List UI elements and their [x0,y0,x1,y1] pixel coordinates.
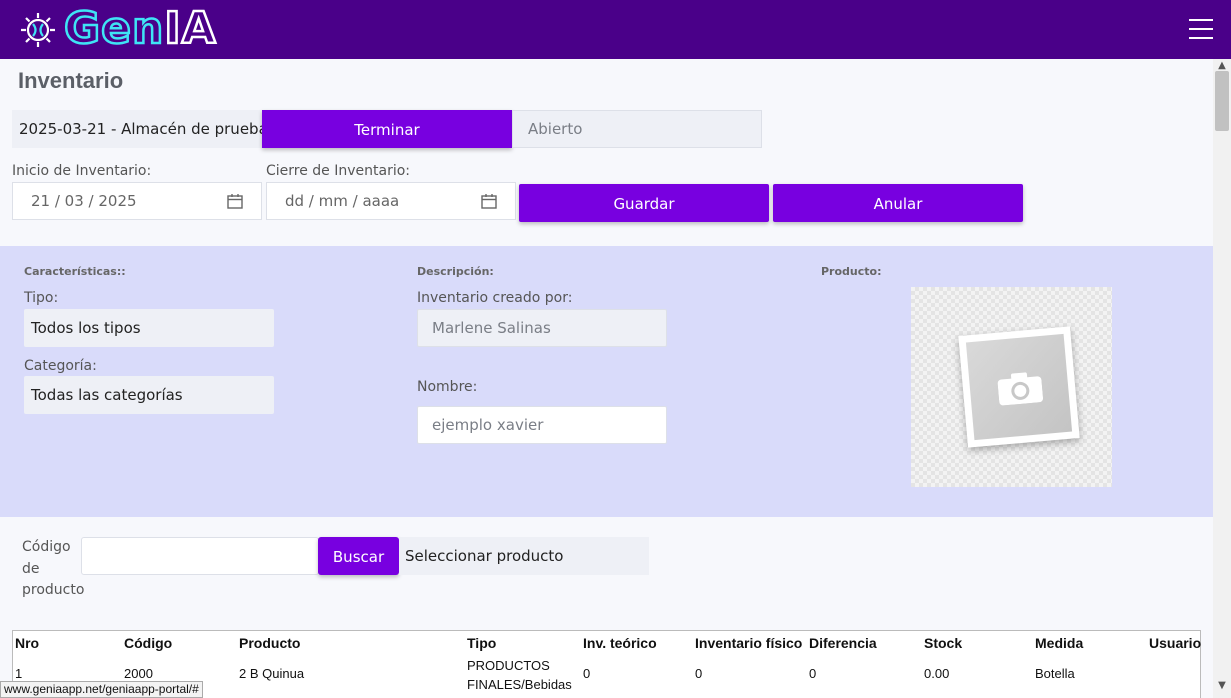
header-producto: Producto [239,635,301,651]
camera-icon [997,372,1044,406]
cell-stock: 0.00 [924,666,950,681]
page-title: Inventario [18,68,124,93]
vertical-scrollbar[interactable]: ▲ ▼ [1213,59,1231,698]
top-navbar: GenIA [0,0,1231,59]
scroll-thumb[interactable] [1215,71,1229,131]
category-select[interactable]: Todas las categorías [24,376,274,414]
hamburger-icon[interactable] [1189,19,1213,39]
start-date-input[interactable]: 21 / 03 / 2025 [12,182,262,220]
cell-medida: Botella [1035,666,1075,681]
search-button[interactable]: Buscar [318,537,399,575]
end-date-placeholder: dd / mm / aaaa [285,192,400,210]
header-inv-fisico: Inventario físico [695,635,803,651]
status-field: Abierto [512,110,762,148]
cell-diferencia: 0 [809,666,817,681]
cell-producto: 2 B Quinua [239,666,305,681]
save-button[interactable]: Guardar [519,184,769,222]
created-by-field: Marlene Salinas [417,309,667,347]
header-inv-teorico: Inv. teórico [583,635,657,651]
header-usuario: Usuario [1149,635,1202,651]
app-logo[interactable]: GenIA [63,2,217,55]
end-date-input[interactable]: dd / mm / aaaa [266,182,516,220]
cell-tipo-line2: FINALES/Bebidas [467,677,572,692]
name-input[interactable]: ejemplo xavier [417,406,667,444]
inventory-select[interactable]: 2025-03-21 - Almacén de prueba [12,110,262,148]
scroll-down-arrow-icon[interactable]: ▼ [1213,679,1231,693]
cell-codigo: 2000 [124,666,153,681]
product-code-input[interactable] [81,537,319,575]
header-tipo: Tipo [467,635,497,651]
description-heading: Descripción: [417,265,494,278]
type-select[interactable]: Todos los tipos [24,309,274,347]
type-label: Tipo: [24,290,59,306]
characteristics-heading: Características:: [24,265,126,278]
product-code-label: Código de producto [22,539,85,598]
header-codigo: Código [124,635,173,651]
cell-inv-fisico[interactable]: 0 [695,666,702,681]
gear-logo-icon [21,13,55,47]
cell-tipo-line1: PRODUCTOS [467,658,550,673]
cell-inv-teorico: 0 [583,666,591,681]
terminate-button[interactable]: Terminar [262,110,512,148]
cell-tipo: PRODUCTOS FINALES/Bebidas [467,656,572,694]
product-image[interactable] [911,287,1112,487]
cancel-button[interactable]: Anular [773,184,1023,222]
start-date-value: 21 / 03 / 2025 [31,192,137,210]
end-date-label: Cierre de Inventario: [266,163,411,179]
calendar-icon[interactable] [481,193,497,209]
browser-status-url: www.geniaapp.net/geniaapp-portal/# [0,681,203,698]
header-nro: Nro [15,635,40,651]
created-by-label: Inventario creado por: [417,290,573,306]
product-select[interactable]: Seleccionar producto [399,537,649,575]
product-heading: Producto: [821,265,882,278]
photo-placeholder [958,326,1080,448]
category-label: Categoría: [24,358,97,374]
header-diferencia: Diferencia [809,635,877,651]
name-label: Nombre: [417,379,478,395]
cell-nro: 1 [15,666,23,681]
start-date-label: Inicio de Inventario: [12,163,152,179]
header-stock: Stock [924,635,963,651]
calendar-icon[interactable] [227,193,243,209]
header-medida: Medida [1035,635,1084,651]
